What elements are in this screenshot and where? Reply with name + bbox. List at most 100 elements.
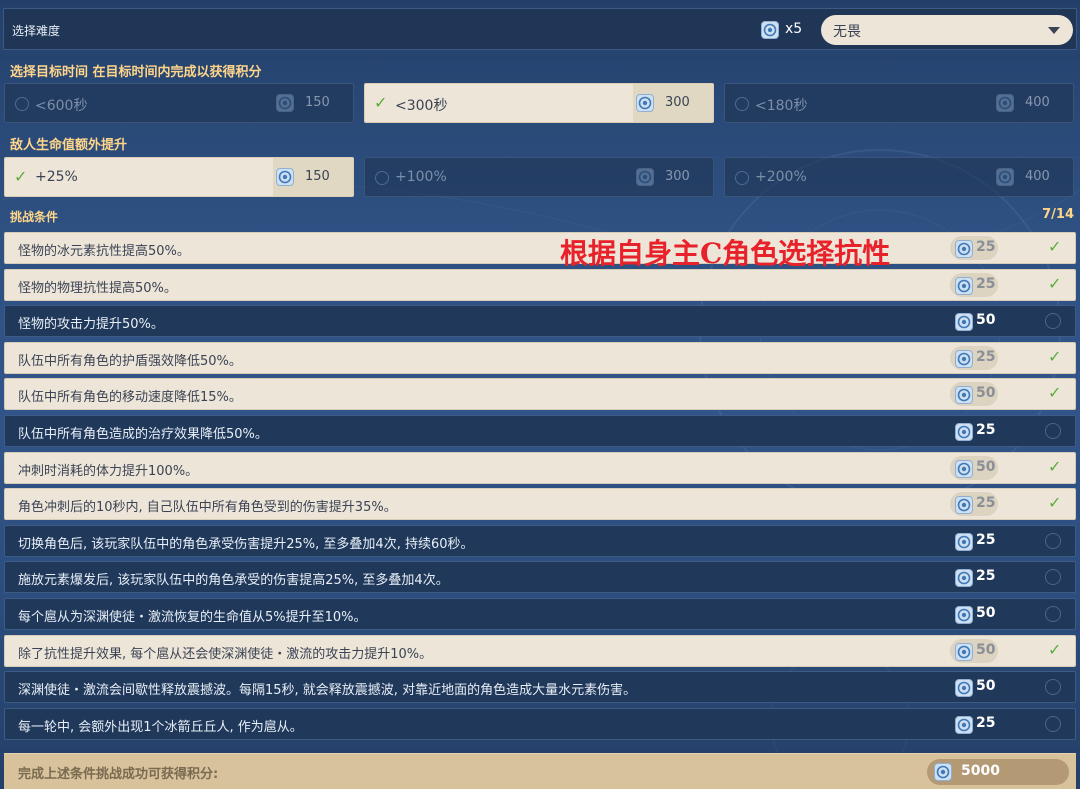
hp-option-100[interactable]: +100% 300 <box>364 157 714 197</box>
condition-row[interactable]: 除了抗性提升效果, 每个扈从还会使深渊使徒・激流的攻击力提升10%。 50 ✓ <box>4 635 1076 667</box>
condition-row[interactable]: 切换角色后, 该玩家队伍中的角色承受伤害提升25%, 至多叠加4次, 持续60秒… <box>4 525 1076 557</box>
condition-row[interactable]: 怪物的冰元素抗性提高50%。 25 ✓ <box>4 232 1076 264</box>
condition-row[interactable]: 队伍中所有角色的移动速度降低15%。 50 ✓ <box>4 378 1076 410</box>
condition-points: 50 <box>950 456 998 480</box>
condition-points: 25 <box>950 273 998 297</box>
condition-row[interactable]: 每个扈从为深渊使徒・激流恢复的生命值从5%提升至10%。 50 <box>4 598 1076 630</box>
points-value: 50 <box>976 678 996 694</box>
condition-text: 队伍中所有角色造成的治疗效果降低50%。 <box>18 427 268 442</box>
hp-section-title: 敌人生命值额外提升 <box>10 138 128 153</box>
score-point-icon <box>955 569 973 587</box>
points-value: 25 <box>976 349 996 365</box>
score-point-icon <box>636 94 654 112</box>
condition-row[interactable]: 怪物的攻击力提升50%。 50 <box>4 305 1076 337</box>
condition-text: 深渊使徒・激流会间歇性释放震撼波。每隔15秒, 就会释放震撼波, 对靠近地面的角… <box>18 683 637 698</box>
option-label: +200% <box>755 169 807 185</box>
condition-points: 50 <box>950 675 998 699</box>
radio-icon <box>735 97 749 111</box>
condition-text: 怪物的物理抗性提高50%。 <box>18 281 177 296</box>
radio-icon <box>15 97 29 111</box>
points-value: 50 <box>976 642 996 658</box>
time-section-title: 选择目标时间 在目标时间内完成以获得积分 <box>10 65 262 80</box>
score-point-icon <box>955 496 973 514</box>
condition-points: 25 <box>950 529 998 553</box>
condition-points: 25 <box>950 419 998 443</box>
option-label: <180秒 <box>755 98 808 114</box>
total-points: 5000 <box>927 759 1069 785</box>
points-value: 25 <box>976 276 996 292</box>
check-icon: ✓ <box>1048 274 1062 293</box>
score-point-icon <box>276 94 294 112</box>
condition-text: 怪物的冰元素抗性提高50%。 <box>18 244 190 259</box>
unchecked-circle-icon <box>1045 679 1061 695</box>
score-point-icon <box>996 168 1014 186</box>
total-points-value: 5000 <box>961 763 1000 779</box>
condition-points: 50 <box>950 639 998 663</box>
condition-row[interactable]: 每一轮中, 会额外出现1个冰箭丘丘人, 作为扈从。 25 <box>4 708 1076 740</box>
option-points: 400 <box>993 158 1073 196</box>
conditions-title: 挑战条件 <box>10 210 59 224</box>
score-point-icon <box>996 94 1014 112</box>
condition-points: 50 <box>950 309 998 333</box>
score-point-icon <box>955 533 973 551</box>
condition-text: 每个扈从为深渊使徒・激流恢复的生命值从5%提升至10%。 <box>18 610 367 625</box>
option-points: 150 <box>273 84 353 122</box>
condition-row[interactable]: 队伍中所有角色造成的治疗效果降低50%。 25 <box>4 415 1076 447</box>
check-icon: ✓ <box>1048 457 1062 476</box>
condition-row[interactable]: 冲刺时消耗的体力提升100%。 50 ✓ <box>4 452 1076 484</box>
condition-points: 25 <box>950 565 998 589</box>
unchecked-circle-icon <box>1045 423 1061 439</box>
radio-icon <box>375 171 389 185</box>
condition-row[interactable]: 怪物的物理抗性提高50%。 25 ✓ <box>4 269 1076 301</box>
option-points: 400 <box>993 84 1073 122</box>
score-point-icon <box>955 386 973 404</box>
score-point-icon <box>276 168 294 186</box>
option-points: 300 <box>633 84 713 122</box>
check-icon: ✓ <box>1048 347 1062 366</box>
hp-option-200[interactable]: +200% 400 <box>724 157 1074 197</box>
difficulty-dropdown[interactable]: 无畏 <box>821 15 1073 45</box>
radio-icon <box>735 171 749 185</box>
condition-points: 50 <box>950 602 998 626</box>
condition-row[interactable]: 深渊使徒・激流会间歇性释放震撼波。每隔15秒, 就会释放震撼波, 对靠近地面的角… <box>4 671 1076 703</box>
option-label: +100% <box>395 169 447 185</box>
footer-bar: 完成上述条件挑战成功可获得积分: 5000 <box>4 753 1076 789</box>
points-value: 25 <box>976 532 996 548</box>
condition-text: 队伍中所有角色的移动速度降低15%。 <box>18 390 242 405</box>
points-value: 150 <box>305 95 330 110</box>
time-option-300[interactable]: ✓ <300秒 300 <box>364 83 714 123</box>
caret-down-icon <box>1048 27 1060 34</box>
unchecked-circle-icon <box>1045 606 1061 622</box>
score-point-icon <box>761 21 779 39</box>
score-point-icon <box>955 313 973 331</box>
option-label: <600秒 <box>35 98 88 114</box>
time-option-180[interactable]: <180秒 400 <box>724 83 1074 123</box>
points-value: 50 <box>976 312 996 328</box>
check-icon: ✓ <box>374 93 388 112</box>
red-annotation: 根据自身主C角色选择抗性 <box>560 237 891 270</box>
score-point-icon <box>955 716 973 734</box>
points-value: 25 <box>976 239 996 255</box>
option-label: +25% <box>35 169 78 185</box>
condition-row[interactable]: 角色冲刺后的10秒内, 自己队伍中所有角色受到的伤害提升35%。 25 ✓ <box>4 488 1076 520</box>
score-point-icon <box>955 460 973 478</box>
check-icon: ✓ <box>1048 493 1062 512</box>
points-value: 300 <box>665 169 690 184</box>
condition-text: 怪物的攻击力提升50%。 <box>18 317 164 332</box>
unchecked-circle-icon <box>1045 716 1061 732</box>
condition-text: 队伍中所有角色的护盾强效降低50%。 <box>18 354 242 369</box>
condition-row[interactable]: 队伍中所有角色的护盾强效降低50%。 25 ✓ <box>4 342 1076 374</box>
difficulty-label: 选择难度 <box>12 24 61 38</box>
hp-option-25[interactable]: ✓ +25% 150 <box>4 157 354 197</box>
condition-points: 25 <box>950 492 998 516</box>
time-option-600[interactable]: <600秒 150 <box>4 83 354 123</box>
condition-row[interactable]: 施放元素爆发后, 该玩家队伍中的角色承受的伤害提高25%, 至多叠加4次。 25 <box>4 561 1076 593</box>
points-value: 25 <box>976 422 996 438</box>
unchecked-circle-icon <box>1045 569 1061 585</box>
option-label: <300秒 <box>395 98 448 114</box>
score-point-icon <box>636 168 654 186</box>
condition-text: 切换角色后, 该玩家队伍中的角色承受伤害提升25%, 至多叠加4次, 持续60秒… <box>18 537 474 552</box>
check-icon: ✓ <box>14 167 28 186</box>
condition-points: 25 <box>950 712 998 736</box>
difficulty-selected-value: 无畏 <box>833 24 861 40</box>
